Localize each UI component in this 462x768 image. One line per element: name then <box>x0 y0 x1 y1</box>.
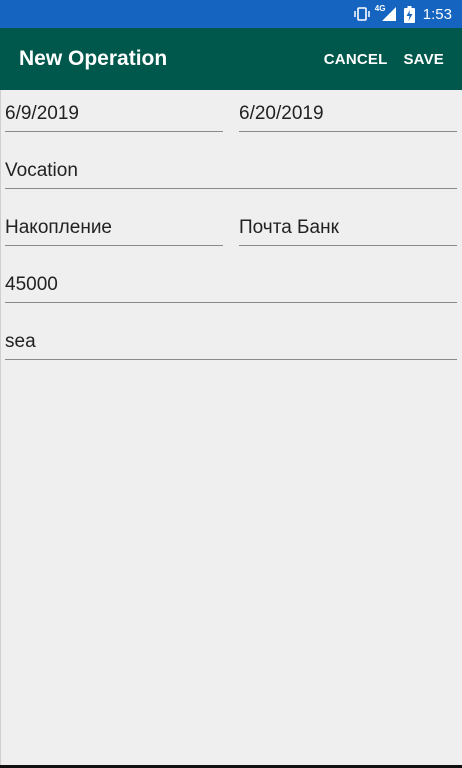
battery-charging-icon <box>403 5 415 23</box>
page-title: New Operation <box>19 47 168 70</box>
operation-name-value: Vocation <box>5 160 78 181</box>
comment-field[interactable]: sea <box>5 320 457 360</box>
start-date-field[interactable]: 6/9/2019 <box>5 92 223 132</box>
save-button[interactable]: SAVE <box>395 43 452 76</box>
status-bar: 4G 1:53 <box>0 0 462 28</box>
category-value: Накопление <box>5 217 112 238</box>
end-date-value: 6/20/2019 <box>239 103 324 124</box>
category-field[interactable]: Накопление <box>5 206 223 246</box>
left-edge-divider <box>0 90 1 765</box>
start-date-value: 6/9/2019 <box>5 103 79 124</box>
end-date-field[interactable]: 6/20/2019 <box>239 92 457 132</box>
cancel-button[interactable]: CANCEL <box>316 43 396 76</box>
status-time: 1:53 <box>422 5 452 23</box>
comment-value: sea <box>5 331 36 352</box>
amount-value: 45000 <box>5 274 58 295</box>
operation-name-field[interactable]: Vocation <box>5 149 457 189</box>
account-value: Почта Банк <box>239 217 339 238</box>
vibrate-icon <box>354 7 370 21</box>
signal-icon: 4G <box>374 4 397 22</box>
account-field[interactable]: Почта Банк <box>239 206 457 246</box>
network-type-label: 4G <box>374 4 386 13</box>
amount-field[interactable]: 45000 <box>5 263 457 303</box>
app-bar: New Operation CANCEL SAVE <box>0 28 462 90</box>
